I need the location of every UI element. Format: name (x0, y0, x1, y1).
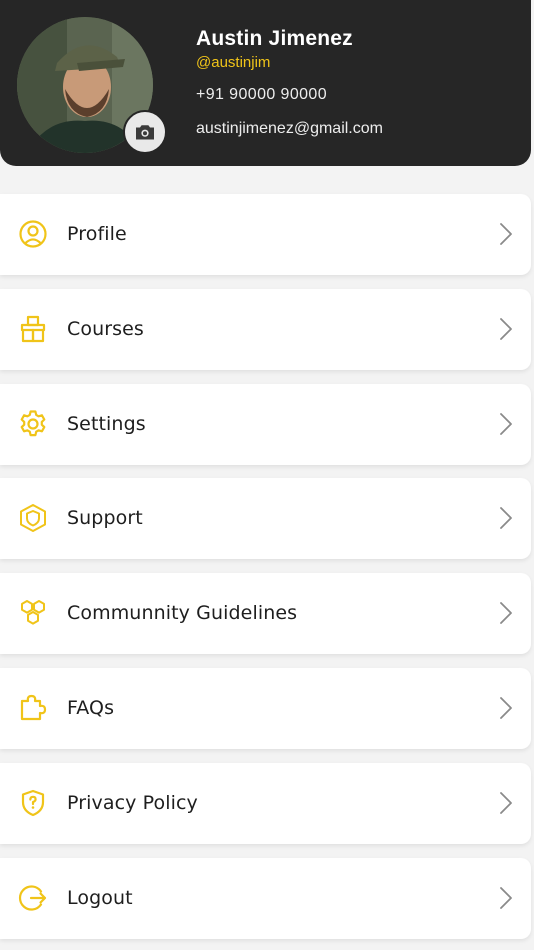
user-name: Austin Jimenez (196, 27, 353, 50)
chevron-right-icon (499, 791, 513, 815)
camera-icon (136, 125, 154, 140)
menu-item-logout[interactable]: Logout (0, 858, 531, 939)
chevron-right-icon (499, 412, 513, 436)
courses-icon (18, 314, 48, 344)
chevron-right-icon (499, 506, 513, 530)
menu-label: Support (67, 507, 143, 529)
menu-label: Privacy Policy (67, 792, 198, 814)
support-shield-icon (18, 503, 48, 533)
menu-label: Settings (67, 413, 146, 435)
chevron-right-icon (499, 317, 513, 341)
logout-icon (18, 883, 48, 913)
hexagons-icon (18, 598, 48, 628)
menu-item-courses[interactable]: Courses (0, 289, 531, 370)
menu-label: Courses (67, 318, 144, 340)
profile-header: Austin Jimenez @austinjim +91 90000 9000… (0, 0, 531, 166)
shield-question-icon (18, 788, 48, 818)
chevron-right-icon (499, 222, 513, 246)
chevron-right-icon (499, 696, 513, 720)
menu-item-faqs[interactable]: FAQs (0, 668, 531, 749)
change-photo-button[interactable] (123, 110, 167, 154)
chevron-right-icon (499, 886, 513, 910)
user-circle-icon (18, 219, 48, 249)
menu-item-support[interactable]: Support (0, 478, 531, 559)
gear-icon (18, 409, 48, 439)
chevron-right-icon (499, 601, 513, 625)
menu-item-privacy-policy[interactable]: Privacy Policy (0, 763, 531, 844)
menu-item-settings[interactable]: Settings (0, 384, 531, 465)
menu-label: Logout (67, 887, 133, 909)
menu-label: Profile (67, 223, 127, 245)
user-handle: @austinjim (196, 54, 271, 71)
user-email: austinjimenez@gmail.com (196, 120, 383, 137)
menu-item-profile[interactable]: Profile (0, 194, 531, 275)
menu-item-community-guidelines[interactable]: Communnity Guidelines (0, 573, 531, 654)
user-phone: +91 90000 90000 (196, 86, 328, 103)
menu-label: FAQs (67, 697, 115, 719)
menu-label: Communnity Guidelines (67, 602, 298, 624)
avatar-container (17, 17, 167, 154)
puzzle-icon (18, 693, 48, 723)
